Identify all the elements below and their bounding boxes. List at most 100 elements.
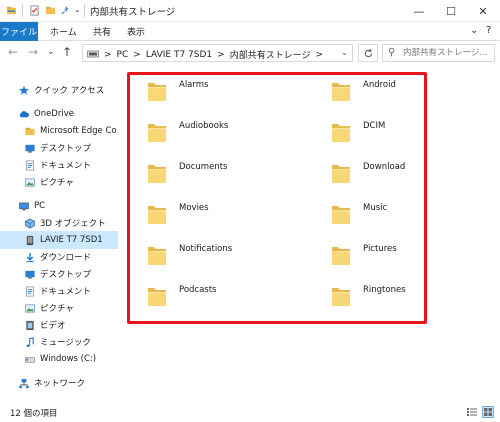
folder-item[interactable]: Documents [147, 160, 227, 184]
folder-item[interactable]: Pictures [331, 242, 397, 266]
network-icon [19, 378, 29, 388]
folder-icon [148, 165, 166, 183]
device-icon [87, 50, 99, 58]
folder-item[interactable]: Podcasts [147, 283, 217, 307]
folder-icon [332, 83, 350, 101]
folder-label: Pictures [363, 244, 397, 254]
breadcrumb-storage[interactable]: 内部共有ストレージ [230, 48, 311, 61]
music-icon [26, 336, 34, 347]
sidebar-item-quick-access[interactable]: クイック アクセス [0, 81, 118, 99]
help-icon[interactable]: ? [486, 25, 491, 36]
up-button[interactable]: ↑ [62, 45, 72, 59]
tab-home[interactable]: ホーム [50, 25, 77, 38]
folder-item[interactable]: Audiobooks [147, 119, 228, 143]
sidebar-item-label: ネットワーク [34, 379, 86, 389]
refresh-button[interactable] [358, 44, 378, 62]
folder-item[interactable]: Android [331, 78, 396, 102]
maximize-button[interactable]: ☐ [436, 0, 466, 22]
folder-item[interactable]: Download [331, 160, 405, 184]
sidebar-item-3d-objects[interactable]: 3D オブジェクト [0, 214, 118, 232]
sidebar-item-music[interactable]: ミュージック [0, 333, 118, 351]
sidebar-item-windows-drive[interactable]: Windows (C:) [0, 350, 118, 368]
folder-label: Documents [179, 162, 228, 172]
sidebar-item-label: Windows (C:) [40, 354, 97, 364]
folder-icon [148, 288, 166, 306]
download-icon [26, 252, 34, 262]
status-bar: 12 個の項目 [0, 403, 500, 422]
window-title: 内部共有ストレージ [90, 7, 176, 18]
sidebar-item-label: ミュージック [40, 338, 91, 348]
folder-label: Download [363, 162, 406, 172]
documents-icon [25, 286, 35, 296]
recent-locations-button[interactable]: ⌄ [47, 47, 55, 57]
forward-button[interactable]: → [28, 45, 38, 59]
folder-item[interactable]: Ringtones [331, 283, 406, 307]
drive-icon [25, 356, 35, 363]
title-separator [84, 4, 85, 17]
sidebar-item-downloads[interactable]: ダウンロード [0, 248, 118, 266]
folder-item[interactable]: Movies [147, 201, 209, 225]
folder-label: Android [363, 80, 396, 90]
folder-item[interactable]: DCIM [331, 119, 385, 143]
folder-icon [25, 127, 35, 135]
folder-icon [332, 288, 350, 306]
title-bar: ⌄ 内部共有ストレージ — ☐ ✕ [0, 0, 500, 22]
folder-label: Ringtones [363, 285, 406, 295]
sidebar-item-label: ドキュメント [40, 161, 92, 171]
breadcrumb-device[interactable]: LAVIE T7 7SD1 [146, 50, 212, 60]
address-separator: > [217, 49, 225, 60]
sidebar-item-label: LAVIE T7 7SD1 [40, 235, 103, 245]
pc-icon [19, 202, 29, 210]
new-folder-quick-icon[interactable] [45, 5, 56, 16]
folder-icon [148, 206, 166, 224]
tab-share[interactable]: 共有 [93, 25, 111, 38]
sidebar-item-pictures[interactable]: ピクチャ [0, 173, 118, 191]
sidebar-item-desktop[interactable]: デスクトップ [0, 139, 118, 157]
sidebar-item-label: デスクトップ [40, 144, 92, 154]
sidebar-item-onedrive[interactable]: OneDrive [0, 105, 118, 123]
folder-item[interactable]: Music [331, 201, 387, 225]
sidebar-item-pc[interactable]: PC [0, 197, 118, 215]
address-separator: > [104, 49, 112, 60]
refresh-icon [364, 48, 372, 57]
explorer-app-icon[interactable] [6, 5, 17, 16]
address-bar[interactable]: > PC > LAVIE T7 7SD1 > 内部共有ストレージ > ⌄ [82, 44, 353, 62]
properties-icon[interactable] [29, 5, 40, 16]
address-dropdown-icon[interactable]: ⌄ [341, 48, 348, 57]
minimize-button[interactable]: — [404, 0, 434, 22]
address-row: ← → ⌄ ↑ > PC > LAVIE T7 7SD1 > 内部共有ストレージ… [0, 41, 500, 65]
sidebar-item-desktop-pc[interactable]: デスクトップ [0, 265, 118, 283]
folder-item[interactable]: Notifications [147, 242, 232, 266]
pictures-icon [25, 303, 35, 313]
sidebar-item-documents[interactable]: ドキュメント [0, 156, 118, 174]
tab-file[interactable]: ファイル [0, 22, 38, 41]
folder-icon [332, 165, 350, 183]
tab-view[interactable]: 表示 [127, 25, 145, 38]
breadcrumb-pc[interactable]: PC [117, 50, 129, 60]
close-button[interactable]: ✕ [468, 0, 498, 22]
large-icons-view-icon[interactable] [482, 406, 494, 418]
sidebar-item-documents-pc[interactable]: ドキュメント [0, 282, 118, 300]
folder-icon [332, 206, 350, 224]
search-input[interactable] [403, 46, 493, 60]
folder-label: Audiobooks [179, 121, 229, 131]
sidebar-item-label: ピクチャ [40, 304, 74, 314]
desktop-icon [25, 270, 35, 279]
pin-icon[interactable] [60, 5, 71, 16]
sidebar-item-edge-collections[interactable]: Microsoft Edge Co [0, 122, 118, 140]
customize-toolbar-icon[interactable]: ⌄ [74, 5, 81, 14]
sidebar-item-network[interactable]: ネットワーク [0, 374, 118, 392]
address-separator: > [133, 49, 141, 60]
3d-objects-icon [25, 218, 35, 228]
sidebar-item-lavie-device[interactable]: LAVIE T7 7SD1 [0, 231, 118, 249]
search-box[interactable]: ⚲ [382, 44, 495, 62]
back-button[interactable]: ← [8, 45, 18, 59]
sidebar-item-pictures-pc[interactable]: ピクチャ [0, 299, 118, 317]
folder-item[interactable]: Alarms [147, 78, 208, 102]
ribbon-collapse-icon[interactable]: ⌄ [470, 25, 478, 36]
details-view-icon[interactable] [466, 406, 478, 418]
folder-icon [148, 247, 166, 265]
sidebar-item-label: Microsoft Edge Co [40, 126, 117, 136]
folder-label: Music [363, 203, 388, 213]
sidebar-item-videos[interactable]: ビデオ [0, 316, 118, 334]
